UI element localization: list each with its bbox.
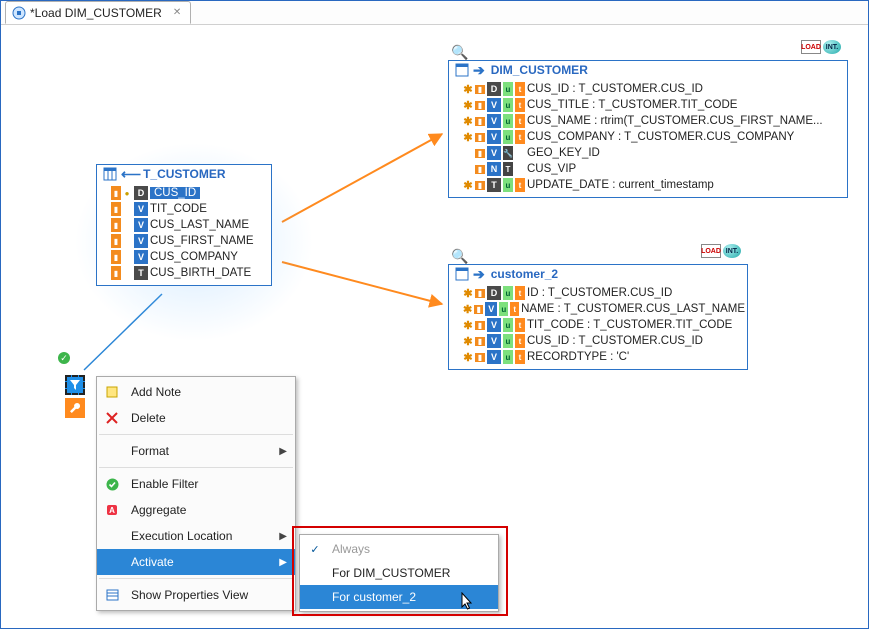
right-arrow-icon: ➔ bbox=[473, 63, 485, 77]
mapping-row[interactable]: ✱▮NT CUS_VIP bbox=[451, 161, 845, 177]
menu-separator bbox=[99, 578, 293, 579]
target1-header[interactable]: ➔ DIM_CUSTOMER bbox=[449, 61, 847, 79]
target-node-customer2[interactable]: ➔ customer_2 ✱▮Dut ID : T_CUSTOMER.CUS_I… bbox=[448, 264, 748, 370]
mapping-row[interactable]: ✱▮Vut CUS_NAME : rtrim(T_CUSTOMER.CUS_FI… bbox=[451, 113, 845, 129]
tab-load-dim-customer[interactable]: *Load DIM_CUSTOMER ✕ bbox=[5, 1, 191, 24]
wrench-icon bbox=[65, 398, 85, 418]
table-icon bbox=[455, 63, 469, 77]
editor-viewport: *Load DIM_CUSTOMER ✕ ⟵ T_CUSTOMER bbox=[0, 0, 869, 629]
wrench-tool[interactable] bbox=[64, 397, 86, 419]
int-badge: INT. bbox=[723, 244, 741, 258]
column-row[interactable]: ▮ V CUS_LAST_NAME bbox=[99, 217, 269, 233]
column-row[interactable]: ▮● D CUS_ID bbox=[99, 185, 269, 201]
chevron-right-icon: ▶ bbox=[279, 557, 287, 568]
target1-columns: ✱▮Dut CUS_ID : T_CUSTOMER.CUS_ID ✱▮Vut C… bbox=[449, 79, 847, 197]
filter-icon bbox=[65, 375, 85, 395]
delete-icon bbox=[103, 412, 121, 424]
magnifier-icon[interactable]: 🔍 bbox=[451, 248, 468, 265]
int-badge: INT. bbox=[823, 40, 841, 54]
source-title: T_CUSTOMER bbox=[143, 167, 225, 181]
properties-icon bbox=[103, 589, 121, 601]
mapping-row[interactable]: ✱▮Vut RECORDTYPE : 'C' bbox=[451, 349, 745, 365]
menu-aggregate[interactable]: A Aggregate bbox=[97, 497, 295, 523]
load-badge: LOAD bbox=[801, 40, 821, 54]
mapping-row[interactable]: ✱▮Vut NAME : T_CUSTOMER.CUS_LAST_NAME bbox=[451, 301, 745, 317]
table-icon bbox=[455, 267, 469, 281]
right-arrow-icon: ➔ bbox=[473, 267, 485, 281]
target-node-dim-customer[interactable]: ➔ DIM_CUSTOMER ✱▮Dut CUS_ID : T_CUSTOMER… bbox=[448, 60, 848, 198]
filter-tool[interactable] bbox=[64, 374, 86, 396]
menu-add-note[interactable]: Add Note bbox=[97, 379, 295, 405]
status-check-icon: ✓ bbox=[58, 352, 70, 364]
tab-title: *Load DIM_CUSTOMER bbox=[30, 6, 162, 20]
target2-columns: ✱▮Dut ID : T_CUSTOMER.CUS_ID ✱▮Vut NAME … bbox=[449, 283, 747, 369]
column-row[interactable]: ▮ V CUS_COMPANY bbox=[99, 249, 269, 265]
aggregate-icon: A bbox=[103, 504, 121, 516]
menu-format[interactable]: Format ▶ bbox=[97, 438, 295, 464]
table-icon bbox=[103, 167, 117, 181]
context-menu: Add Note Delete Format ▶ Enable Filter bbox=[96, 376, 296, 611]
target2-header[interactable]: ➔ customer_2 bbox=[449, 265, 747, 283]
target1-title: DIM_CUSTOMER bbox=[491, 63, 588, 77]
note-icon bbox=[103, 385, 121, 399]
mouse-cursor bbox=[461, 592, 475, 612]
mapping-row[interactable]: ✱▮Dut CUS_ID : T_CUSTOMER.CUS_ID bbox=[451, 81, 845, 97]
mapping-row[interactable]: ✱▮Vut TIT_CODE : T_CUSTOMER.TIT_CODE bbox=[451, 317, 745, 333]
target2-title: customer_2 bbox=[491, 267, 558, 281]
column-row[interactable]: ▮ T CUS_BIRTH_DATE bbox=[99, 265, 269, 281]
mapping-row[interactable]: ✱▮Tut UPDATE_DATE : current_timestamp bbox=[451, 177, 845, 193]
menu-delete[interactable]: Delete bbox=[97, 405, 295, 431]
menu-activate[interactable]: Activate ▶ bbox=[97, 549, 295, 575]
close-icon[interactable]: ✕ bbox=[170, 7, 184, 18]
column-row[interactable]: ▮ V TIT_CODE bbox=[99, 201, 269, 217]
tool-stack[interactable] bbox=[64, 374, 86, 420]
mapping-icon bbox=[12, 6, 26, 20]
mapping-row[interactable]: ✱▮Vut CUS_TITLE : T_CUSTOMER.TIT_CODE bbox=[451, 97, 845, 113]
source-columns: ▮● D CUS_ID ▮ V TIT_CODE ▮ V CUS_LAST_NA… bbox=[97, 183, 271, 285]
column-row[interactable]: ▮ V CUS_FIRST_NAME bbox=[99, 233, 269, 249]
magnifier-icon[interactable]: 🔍 bbox=[451, 44, 468, 61]
svg-text:A: A bbox=[109, 506, 115, 515]
load-int-badges: LOAD INT. bbox=[801, 40, 841, 54]
left-arrow-icon: ⟵ bbox=[121, 167, 141, 181]
load-int-badges: LOAD INT. bbox=[701, 244, 741, 258]
menu-separator bbox=[99, 434, 293, 435]
chevron-right-icon: ▶ bbox=[279, 446, 287, 457]
source-node-header[interactable]: ⟵ T_CUSTOMER bbox=[97, 165, 271, 183]
menu-enable-filter[interactable]: Enable Filter bbox=[97, 471, 295, 497]
mapping-row[interactable]: ✱▮V 🔧 GEO_KEY_ID bbox=[451, 145, 845, 161]
wrench-icon: 🔧 bbox=[503, 146, 513, 160]
check-circle-icon bbox=[103, 478, 121, 491]
mapping-row[interactable]: ✱▮Vut CUS_ID : T_CUSTOMER.CUS_ID bbox=[451, 333, 745, 349]
load-badge: LOAD bbox=[701, 244, 721, 258]
tab-bar: *Load DIM_CUSTOMER ✕ bbox=[1, 1, 868, 25]
highlight-box bbox=[292, 526, 508, 616]
chevron-right-icon: ▶ bbox=[279, 531, 287, 542]
menu-separator bbox=[99, 467, 293, 468]
mapping-row[interactable]: ✱▮Dut ID : T_CUSTOMER.CUS_ID bbox=[451, 285, 745, 301]
type-badge: D bbox=[134, 186, 148, 200]
mapping-canvas[interactable]: ⟵ T_CUSTOMER ▮● D CUS_ID ▮ V TIT_CODE ▮ … bbox=[2, 26, 867, 627]
source-node[interactable]: ⟵ T_CUSTOMER ▮● D CUS_ID ▮ V TIT_CODE ▮ … bbox=[96, 164, 272, 286]
menu-show-properties[interactable]: Show Properties View bbox=[97, 582, 295, 608]
menu-execution-location[interactable]: Execution Location ▶ bbox=[97, 523, 295, 549]
mapping-row[interactable]: ✱▮Vut CUS_COMPANY : T_CUSTOMER.CUS_COMPA… bbox=[451, 129, 845, 145]
